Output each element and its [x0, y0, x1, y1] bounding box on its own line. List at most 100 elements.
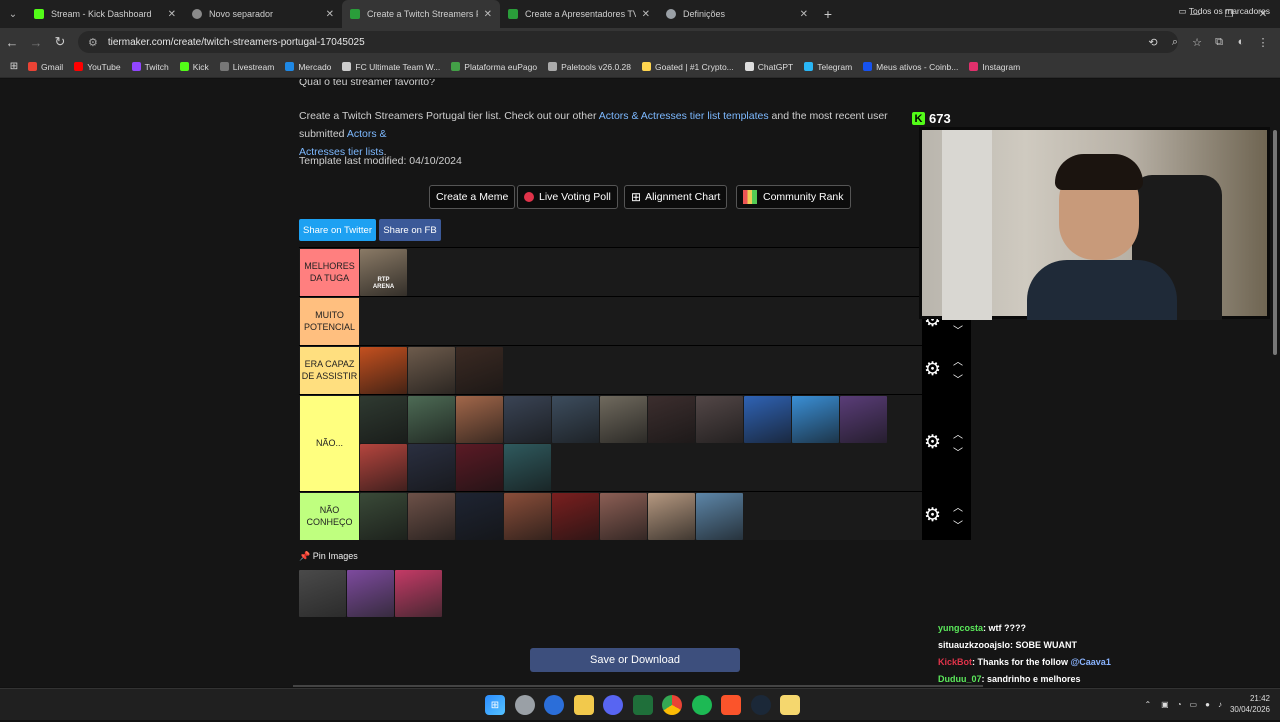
- streamer-thumbnail[interactable]: [648, 396, 695, 443]
- pinned-thumbnail[interactable]: [347, 570, 394, 617]
- tier-label[interactable]: MELHORES DA TUGA: [300, 249, 359, 296]
- windows-start-icon[interactable]: ⊞: [485, 695, 505, 715]
- close-icon[interactable]: ✕: [484, 9, 492, 20]
- streamer-thumbnail[interactable]: [552, 493, 599, 540]
- chrome-icon[interactable]: [662, 695, 682, 715]
- cursor-app-icon[interactable]: [514, 695, 535, 715]
- bookmark-item[interactable]: ChatGPT: [744, 62, 793, 72]
- close-icon[interactable]: ✕: [642, 9, 650, 20]
- site-info-icon[interactable]: ⚙: [88, 36, 98, 49]
- streamer-thumbnail[interactable]: [840, 396, 887, 443]
- streamer-thumbnail[interactable]: [456, 396, 503, 443]
- streamer-thumbnail[interactable]: [360, 444, 407, 491]
- bookmark-item[interactable]: Telegram: [804, 62, 852, 72]
- bookmark-star-icon[interactable]: ☆: [1186, 36, 1208, 49]
- streamer-thumbnail[interactable]: RTP ARENA: [360, 249, 407, 296]
- apps-grid-icon[interactable]: ⊞: [0, 61, 28, 72]
- streamer-thumbnail[interactable]: [360, 396, 407, 443]
- bookmark-item[interactable]: Instagram: [969, 62, 1020, 72]
- edge-icon[interactable]: [544, 695, 564, 715]
- actors-templates-link[interactable]: Actors & Actresses tier list templates: [599, 110, 769, 122]
- alignment-chart-button[interactable]: ⊞ Alignment Chart: [624, 185, 728, 209]
- streamer-thumbnail[interactable]: [648, 493, 695, 540]
- file-explorer-icon[interactable]: [573, 695, 594, 715]
- share-fb-button[interactable]: Share on FB: [379, 219, 441, 241]
- profile-avatar-icon[interactable]: ◐: [1230, 36, 1252, 48]
- microphone-icon[interactable]: ●: [1205, 700, 1210, 709]
- move-up-chevron-icon[interactable]: ︿: [953, 353, 963, 368]
- streamer-thumbnail[interactable]: [456, 347, 503, 394]
- bookmark-item[interactable]: Livestream: [219, 62, 274, 72]
- kick-studio-icon[interactable]: [632, 695, 653, 715]
- tab-settings[interactable]: Definições ✕: [658, 0, 816, 28]
- steam-icon[interactable]: [750, 695, 771, 715]
- tab-tiermaker-tv[interactable]: Create a Apresentadores TV Portugal ✕: [500, 0, 658, 28]
- community-rank-button[interactable]: Community Rank: [736, 185, 851, 209]
- tier-label[interactable]: ERA CAPAZ DE ASSISTIR: [300, 347, 359, 394]
- tray-chevron-icon[interactable]: ⌃: [1144, 700, 1151, 709]
- tier-settings-gear-icon[interactable]: ⚙: [924, 431, 941, 454]
- streamer-thumbnail[interactable]: [408, 444, 455, 491]
- forward-arrow-icon[interactable]: →: [24, 35, 48, 50]
- move-down-chevron-icon[interactable]: ﹀: [953, 322, 963, 337]
- share-twitter-button[interactable]: Share on Twitter: [299, 219, 376, 241]
- close-icon[interactable]: ✕: [800, 9, 808, 20]
- live-voting-poll-button[interactable]: Live Voting Poll: [517, 185, 618, 209]
- streamer-thumbnail[interactable]: [456, 493, 503, 540]
- wifi-icon[interactable]: ◔: [1177, 700, 1182, 709]
- tab-tiermaker-twitch[interactable]: Create a Twitch Streamers Portugal ✕: [342, 0, 500, 28]
- streamer-thumbnail[interactable]: [504, 444, 551, 491]
- bookmark-item[interactable]: Twitch: [131, 62, 169, 72]
- bookmark-item[interactable]: YouTube: [74, 62, 121, 72]
- tab-search-icon[interactable]: ⌄: [0, 0, 26, 28]
- streamer-thumbnail[interactable]: [552, 396, 599, 443]
- tier-label[interactable]: NÃO CONHEÇO: [300, 493, 359, 540]
- bookmark-item[interactable]: Goated | #1 Crypto...: [642, 62, 734, 72]
- scrollbar-thumb[interactable]: [1273, 130, 1277, 355]
- move-up-chevron-icon[interactable]: ︿: [953, 499, 963, 514]
- streamer-thumbnail[interactable]: [408, 493, 455, 540]
- back-arrow-icon[interactable]: ←: [0, 35, 24, 50]
- notes-app-icon[interactable]: [780, 695, 800, 715]
- tier-settings-gear-icon[interactable]: ⚙: [924, 504, 941, 527]
- discord-icon[interactable]: [603, 695, 623, 715]
- streamer-thumbnail[interactable]: [504, 396, 551, 443]
- new-tab-plus-icon[interactable]: +: [816, 6, 840, 22]
- streamer-thumbnail[interactable]: [600, 493, 647, 540]
- bookmark-item[interactable]: Meus ativos - Coinb...: [863, 62, 958, 72]
- bookmark-item[interactable]: Plataforma euPago: [451, 62, 537, 72]
- zoom-icon[interactable]: ⌕: [1164, 36, 1186, 49]
- tier-label[interactable]: NÃO...: [300, 396, 359, 491]
- speaker-icon[interactable]: ♪: [1218, 700, 1222, 709]
- bookmark-item[interactable]: FC Ultimate Team W...: [342, 62, 440, 72]
- streamer-thumbnail[interactable]: [696, 396, 743, 443]
- streamer-thumbnail[interactable]: [696, 493, 743, 540]
- move-down-chevron-icon[interactable]: ﹀: [953, 444, 963, 459]
- tray-app-icon[interactable]: ▣: [1161, 700, 1169, 709]
- streamer-thumbnail[interactable]: [744, 396, 791, 443]
- streamer-thumbnail[interactable]: [504, 493, 551, 540]
- pinned-thumbnail[interactable]: [299, 570, 346, 617]
- brave-icon[interactable]: [721, 695, 741, 715]
- streamer-thumbnail[interactable]: [600, 396, 647, 443]
- translate-icon[interactable]: ⟲: [1142, 36, 1164, 49]
- tier-label[interactable]: MUITO POTENCIAL: [300, 298, 359, 345]
- create-meme-button[interactable]: Create a Meme: [429, 185, 516, 209]
- tab-kick-dashboard[interactable]: Stream - Kick Dashboard ✕: [26, 0, 184, 28]
- pin-images-toggle[interactable]: 📌 Pin Images: [299, 551, 358, 562]
- menu-kebab-icon[interactable]: ⋮: [1252, 36, 1274, 49]
- spotify-icon[interactable]: [691, 695, 712, 715]
- streamer-thumbnail[interactable]: [456, 444, 503, 491]
- move-down-chevron-icon[interactable]: ﹀: [953, 517, 963, 532]
- close-icon[interactable]: ✕: [326, 9, 334, 20]
- move-down-chevron-icon[interactable]: ﹀: [953, 371, 963, 386]
- streamer-thumbnail[interactable]: [408, 347, 455, 394]
- streamer-thumbnail[interactable]: [360, 493, 407, 540]
- reload-icon[interactable]: ↻: [48, 34, 72, 50]
- bookmark-item[interactable]: Gmail: [28, 62, 63, 72]
- pinned-thumbnail[interactable]: [395, 570, 442, 617]
- streamer-thumbnail[interactable]: [792, 396, 839, 443]
- extensions-icon[interactable]: ⧉: [1208, 36, 1230, 49]
- page-scrollbar[interactable]: [1272, 80, 1278, 686]
- bookmark-item[interactable]: Paletools v26.0.28: [548, 62, 631, 72]
